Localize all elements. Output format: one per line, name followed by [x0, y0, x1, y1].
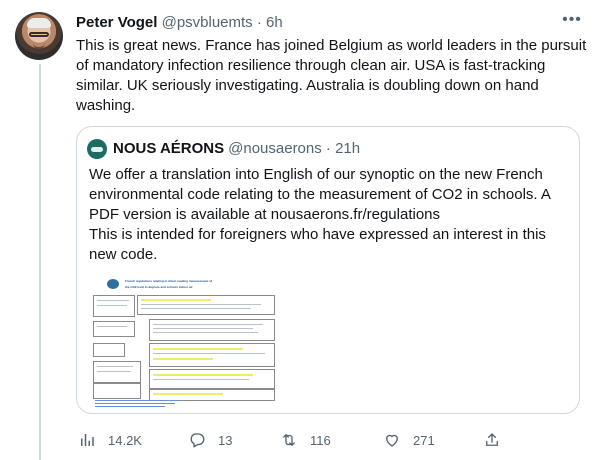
views-icon [81, 434, 94, 446]
quoted-handle-time[interactable]: @nousaerons · 21h [228, 139, 360, 159]
quoted-header: NOUS AÉRONS @nousaerons · 21h [87, 139, 360, 159]
quoted-text-line2: This is intended for foreigners who have… [89, 226, 546, 263]
views-button[interactable]: 14.2K [78, 430, 142, 450]
retweet-count: 116 [310, 432, 331, 448]
thread-line [39, 64, 41, 460]
more-icon[interactable]: ••• [560, 10, 584, 34]
quoted-author-name[interactable]: NOUS AÉRONS [113, 139, 224, 159]
author-handle-time[interactable]: @psvbluemts · 6h [162, 14, 283, 31]
author-avatar[interactable] [15, 12, 63, 60]
like-button[interactable]: 271 [383, 430, 435, 450]
action-bar: 14.2K 13 116 271 [0, 430, 598, 450]
like-icon [386, 434, 398, 447]
author-name[interactable]: Peter Vogel [76, 14, 157, 31]
tweet-header: Peter Vogel @psvbluemts · 6h [76, 13, 283, 33]
quoted-text-line1: We offer a translation into English of o… [89, 166, 551, 223]
tweet-text: This is great news. France has joined Be… [76, 37, 587, 114]
reply-icon [190, 433, 205, 448]
quoted-avatar[interactable] [87, 139, 107, 159]
reply-button[interactable]: 13 [188, 430, 232, 450]
document-image[interactable]: French regulations relating to direct re… [89, 275, 279, 409]
views-count: 14.2K [108, 432, 142, 448]
reply-count: 13 [218, 432, 233, 448]
share-icon [486, 433, 498, 446]
document-title-line1: French regulations relating to direct re… [125, 279, 213, 283]
retweet-button[interactable]: 116 [280, 430, 331, 450]
document-logo-icon [107, 279, 119, 289]
retweet-icon [283, 434, 295, 446]
like-count: 271 [413, 432, 435, 448]
document-title-line2: the CO2 level in daycare and schools ind… [125, 285, 193, 289]
quoted-text: We offer a translation into English of o… [89, 165, 567, 265]
quoted-tweet[interactable]: NOUS AÉRONS @nousaerons · 21h We offer a… [76, 126, 580, 414]
share-button[interactable] [483, 430, 513, 450]
